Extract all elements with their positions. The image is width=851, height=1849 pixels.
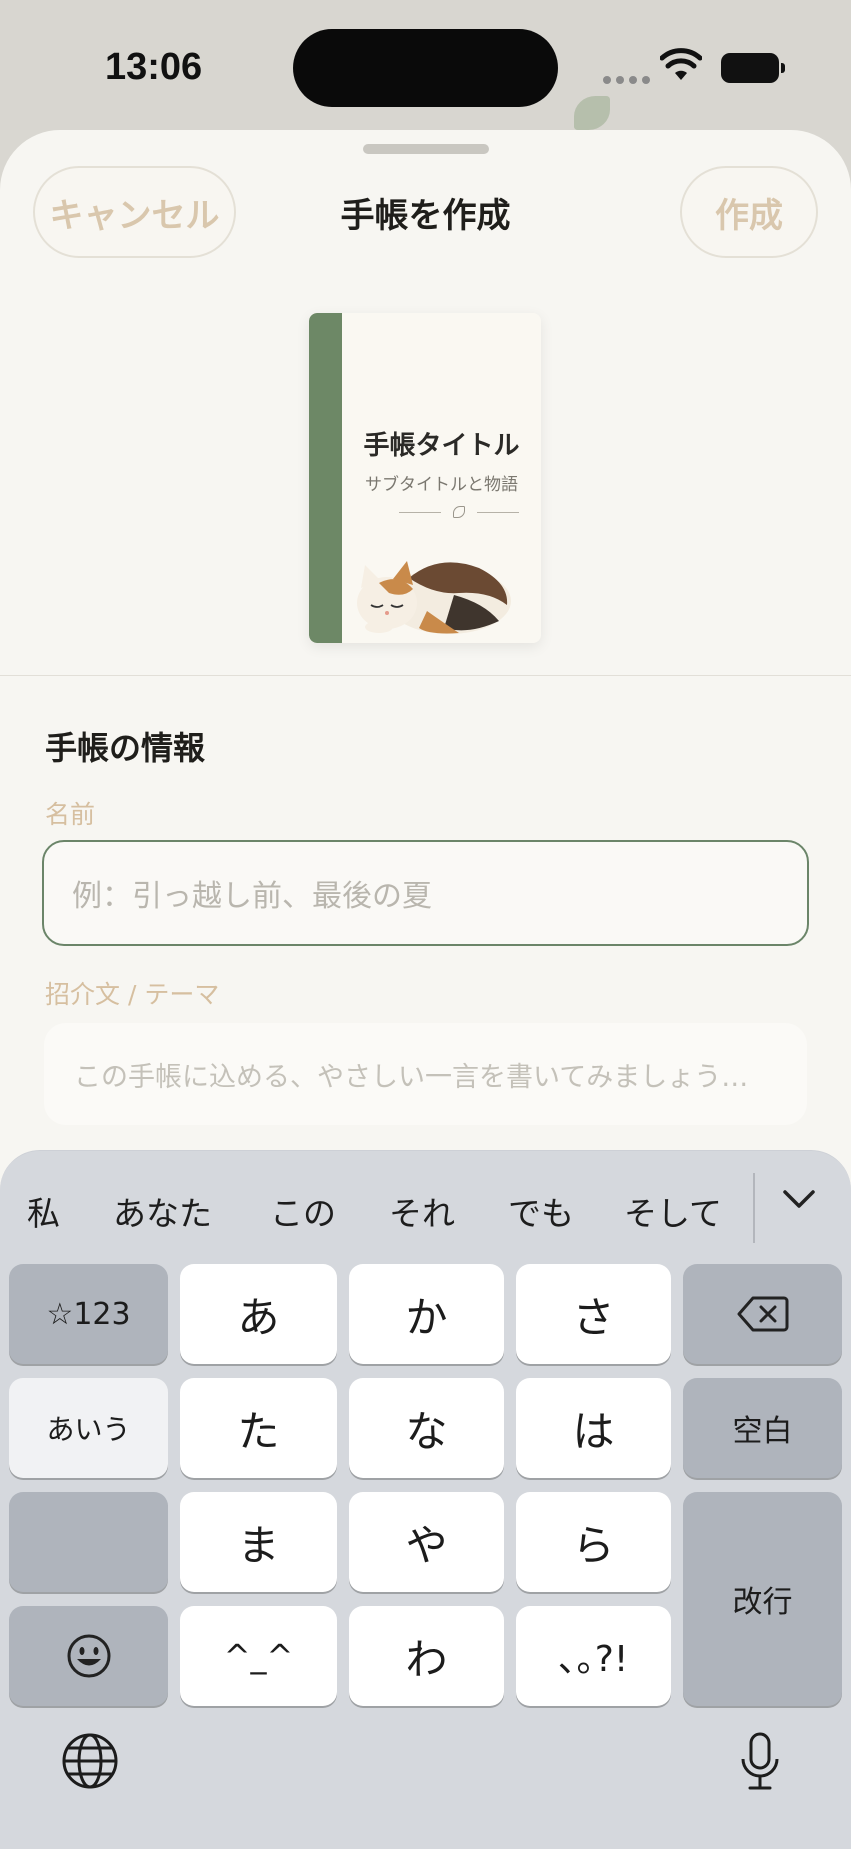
globe-icon[interactable] [60,1731,120,1791]
key-ma[interactable]: ま [180,1492,337,1592]
emoji-icon [67,1634,110,1678]
kaomoji-key[interactable]: ^_^ [180,1606,337,1706]
dynamic-island [293,29,558,107]
key-ya[interactable]: や [349,1492,504,1592]
candidate-item[interactable]: この [270,1187,336,1235]
notebook-spine [309,313,342,643]
candidate-item[interactable]: それ [389,1187,455,1235]
name-label: 名前 [45,800,96,829]
section-title: 手帳の情報 [45,729,206,767]
battery-icon [721,53,785,83]
key-ka[interactable]: か [349,1264,504,1364]
key-sa[interactable]: さ [516,1264,671,1364]
delete-key[interactable] [683,1264,842,1364]
leaf-ornament-icon [399,506,519,518]
key-ta[interactable]: た [180,1378,337,1478]
backspace-icon [737,1296,788,1332]
candidate-bar: 私 あなた この それ でも そして [0,1151,851,1251]
sleeping-cat-illustration [357,561,511,634]
chevron-down-icon[interactable] [781,1187,817,1211]
key-na[interactable]: な [349,1378,504,1478]
candidate-item[interactable]: そして [624,1187,722,1235]
name-input[interactable]: 例：引っ越し前、最後の夏 [42,840,809,946]
sheet-grabber[interactable] [363,144,489,154]
japanese-keyboard: 私 あなた この それ でも そして ☆123 あ か さ あいう た な は … [0,1150,851,1849]
signal-dots-icon [603,76,650,84]
key-ha[interactable]: は [516,1378,671,1478]
create-button[interactable]: 作成 [680,166,818,258]
key-ra[interactable]: ら [516,1492,671,1592]
blank-key[interactable] [9,1492,168,1592]
cover-subtitle: サブタイトルと物語 [365,475,518,495]
divider [0,675,851,676]
emoji-key[interactable] [9,1606,168,1706]
key-a[interactable]: あ [180,1264,337,1364]
candidate-item[interactable]: でも [508,1187,574,1235]
microphone-icon[interactable] [738,1731,782,1793]
notebook-cover-preview: 手帳タイトル サブタイトルと物語 [309,313,541,643]
cover-title: 手帳タイトル [363,431,520,461]
candidate-item[interactable]: 私 [27,1187,60,1235]
kana-mode-key[interactable]: あいう [9,1378,168,1478]
theme-input[interactable]: この手帳に込める、やさしい一言を書いてみましょう… [44,1023,807,1125]
wifi-icon [660,48,702,80]
return-key[interactable]: 改行 [683,1492,842,1706]
candidate-item[interactable]: あなた [113,1187,212,1235]
space-key[interactable]: 空白 [683,1378,842,1478]
name-placeholder: 例：引っ越し前、最後の夏 [72,879,432,914]
punctuation-key[interactable]: ､｡?! [516,1606,671,1706]
numbers-key[interactable]: ☆123 [9,1264,168,1364]
background-leaf [574,96,610,130]
theme-label: 招介文 / テーマ [45,980,220,1009]
status-bar: 13:06 [0,0,851,130]
theme-placeholder: この手帳に込める、やさしい一言を書いてみましょう… [74,1061,749,1093]
status-time: 13:06 [105,46,203,88]
candidate-separator [753,1173,755,1243]
key-wa[interactable]: わ [349,1606,504,1706]
